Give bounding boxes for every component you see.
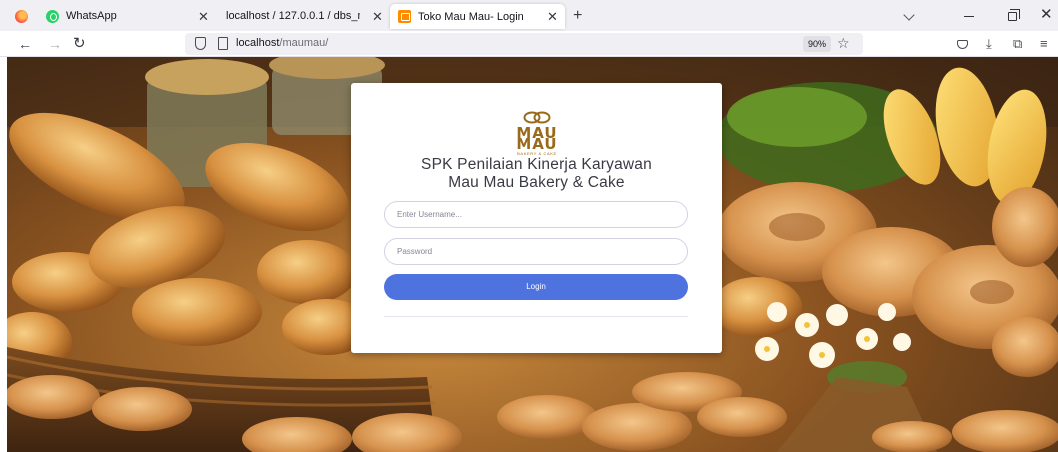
url-host: localhost [236, 37, 280, 49]
tracking-protection-shield-icon[interactable] [195, 37, 206, 50]
phpmyadmin-icon [398, 10, 411, 23]
download-icon[interactable]: ⤓ [986, 36, 992, 52]
list-all-tabs-icon[interactable] [903, 9, 915, 21]
back-arrow-icon[interactable]: ← [18, 35, 32, 53]
divider [384, 316, 688, 317]
firefox-icon[interactable] [15, 10, 28, 23]
minimize-icon[interactable] [964, 16, 974, 18]
logo-rings-icon [523, 111, 551, 124]
new-tab-button[interactable]: + [573, 8, 582, 24]
zoom-indicator[interactable]: 90% [803, 36, 832, 52]
tab-label: Toko Mau Mau- Login [418, 10, 524, 23]
page-content: MAU MAU BAKERY & CAKE SPK Penilaian Kine… [7, 57, 1058, 452]
page-title-line-2: Mau Mau Bakery & Cake [448, 174, 625, 191]
tab-label: WhatsApp [66, 10, 117, 22]
close-icon[interactable]: ✕ [372, 10, 383, 23]
hamburger-menu-icon[interactable]: ≡ [1040, 36, 1048, 52]
url-text[interactable]: localhost/maumau/ [236, 37, 328, 49]
tab-toko-mau-mau-login[interactable]: Toko Mau Mau- Login ✕ [390, 4, 565, 29]
whatsapp-icon [46, 9, 59, 23]
pocket-icon[interactable] [957, 40, 968, 49]
window-close-icon[interactable]: ✕ [1040, 7, 1053, 22]
tab-whatsapp[interactable]: WhatsApp ✕ [46, 4, 216, 28]
url-bar[interactable]: localhost/maumau/ 90% ☆ [185, 33, 863, 55]
close-icon[interactable]: ✕ [198, 10, 209, 23]
page-info-icon[interactable] [218, 37, 228, 50]
page-title-line-1: SPK Penilaian Kinerja Karyawan [421, 156, 652, 173]
login-button[interactable]: Login [384, 274, 688, 300]
url-path: /maumau/ [279, 37, 329, 49]
navigation-bar: ← → ↻ localhost/maumau/ 90% ☆ ⤓ ⧉ ≡ [0, 31, 1058, 57]
password-input[interactable] [384, 238, 688, 265]
tab-phpmyadmin[interactable]: localhost / 127.0.0.1 / dbs_mau ✕ [226, 4, 386, 28]
reload-icon[interactable]: ↻ [73, 35, 86, 53]
tab-bar: WhatsApp ✕ localhost / 127.0.0.1 / dbs_m… [0, 0, 1058, 31]
logo-text-2: MAU [516, 135, 558, 153]
forward-arrow-icon[interactable]: → [48, 35, 62, 53]
extensions-icon[interactable]: ⧉ [1013, 36, 1022, 52]
restore-icon[interactable] [1008, 9, 1020, 21]
bookmark-star-icon[interactable]: ☆ [837, 35, 850, 52]
login-card: MAU MAU BAKERY & CAKE SPK Penilaian Kine… [351, 83, 722, 353]
username-input[interactable] [384, 201, 688, 228]
tab-label: localhost / 127.0.0.1 / dbs_mau [226, 10, 360, 22]
close-icon[interactable]: ✕ [547, 10, 558, 23]
